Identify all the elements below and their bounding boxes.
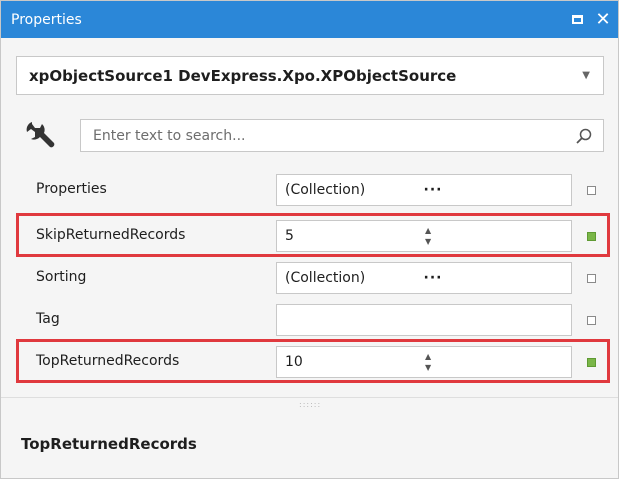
property-marker-icon[interactable]: [587, 358, 596, 367]
property-row-properties: Properties (Collection) ···: [1, 169, 618, 211]
property-value: 10: [285, 354, 303, 370]
maximize-icon: [571, 15, 583, 24]
property-value-editor[interactable]: 5 ▲ ▼: [276, 220, 572, 252]
property-marker-icon[interactable]: [587, 274, 596, 283]
description-title: TopReturnedRecords: [21, 435, 197, 453]
search-input[interactable]: [93, 127, 575, 144]
property-marker-icon[interactable]: [587, 232, 596, 241]
spin-buttons[interactable]: ▲ ▼: [425, 225, 565, 247]
ellipsis-button[interactable]: ···: [424, 182, 563, 198]
splitter[interactable]: ::::::: [1, 397, 618, 410]
properties-panel: Properties ✕ xpObjectSource1 DevExpress.…: [0, 0, 619, 479]
search-box[interactable]: [80, 119, 604, 152]
property-value-editor[interactable]: [276, 304, 572, 336]
object-selector-value: xpObjectSource1 DevExpress.Xpo.XPObjectS…: [29, 66, 457, 85]
property-row-skip-returned-records: SkipReturnedRecords 5 ▲ ▼: [1, 215, 618, 257]
property-marker-icon[interactable]: [587, 316, 596, 325]
wrench-icon[interactable]: [23, 119, 57, 153]
close-button[interactable]: ✕: [592, 9, 614, 31]
object-selector[interactable]: xpObjectSource1 DevExpress.Xpo.XPObjectS…: [16, 56, 604, 95]
property-value-editor[interactable]: (Collection) ···: [276, 262, 572, 294]
spin-up-icon[interactable]: ▲: [425, 225, 565, 236]
property-value-editor[interactable]: (Collection) ···: [276, 174, 572, 206]
ellipsis-button[interactable]: ···: [424, 270, 563, 286]
property-name: SkipReturnedRecords: [36, 227, 186, 243]
close-icon: ✕: [595, 8, 611, 30]
property-row-top-returned-records: TopReturnedRecords 10 ▲ ▼: [1, 341, 618, 383]
property-name: Properties: [36, 181, 107, 197]
property-marker-icon[interactable]: [587, 186, 596, 195]
property-value: (Collection): [285, 270, 366, 286]
property-name: Tag: [36, 311, 60, 327]
window-title: Properties: [11, 11, 82, 28]
spin-buttons[interactable]: ▲ ▼: [425, 351, 565, 373]
search-icon[interactable]: [575, 127, 593, 145]
chevron-down-icon[interactable]: ▼: [582, 70, 590, 81]
property-row-sorting: Sorting (Collection) ···: [1, 257, 618, 299]
title-bar: Properties ✕: [1, 1, 618, 38]
property-value: 5: [285, 228, 294, 244]
property-name: TopReturnedRecords: [36, 353, 180, 369]
property-value-editor[interactable]: 10 ▲ ▼: [276, 346, 572, 378]
spin-up-icon[interactable]: ▲: [425, 351, 565, 362]
grip-icon[interactable]: ::::::: [299, 400, 321, 409]
property-name: Sorting: [36, 269, 87, 285]
property-row-tag: Tag: [1, 299, 618, 341]
property-value: (Collection): [285, 182, 366, 198]
spin-down-icon[interactable]: ▼: [425, 236, 565, 247]
spin-down-icon[interactable]: ▼: [425, 362, 565, 373]
maximize-button[interactable]: [566, 9, 588, 31]
